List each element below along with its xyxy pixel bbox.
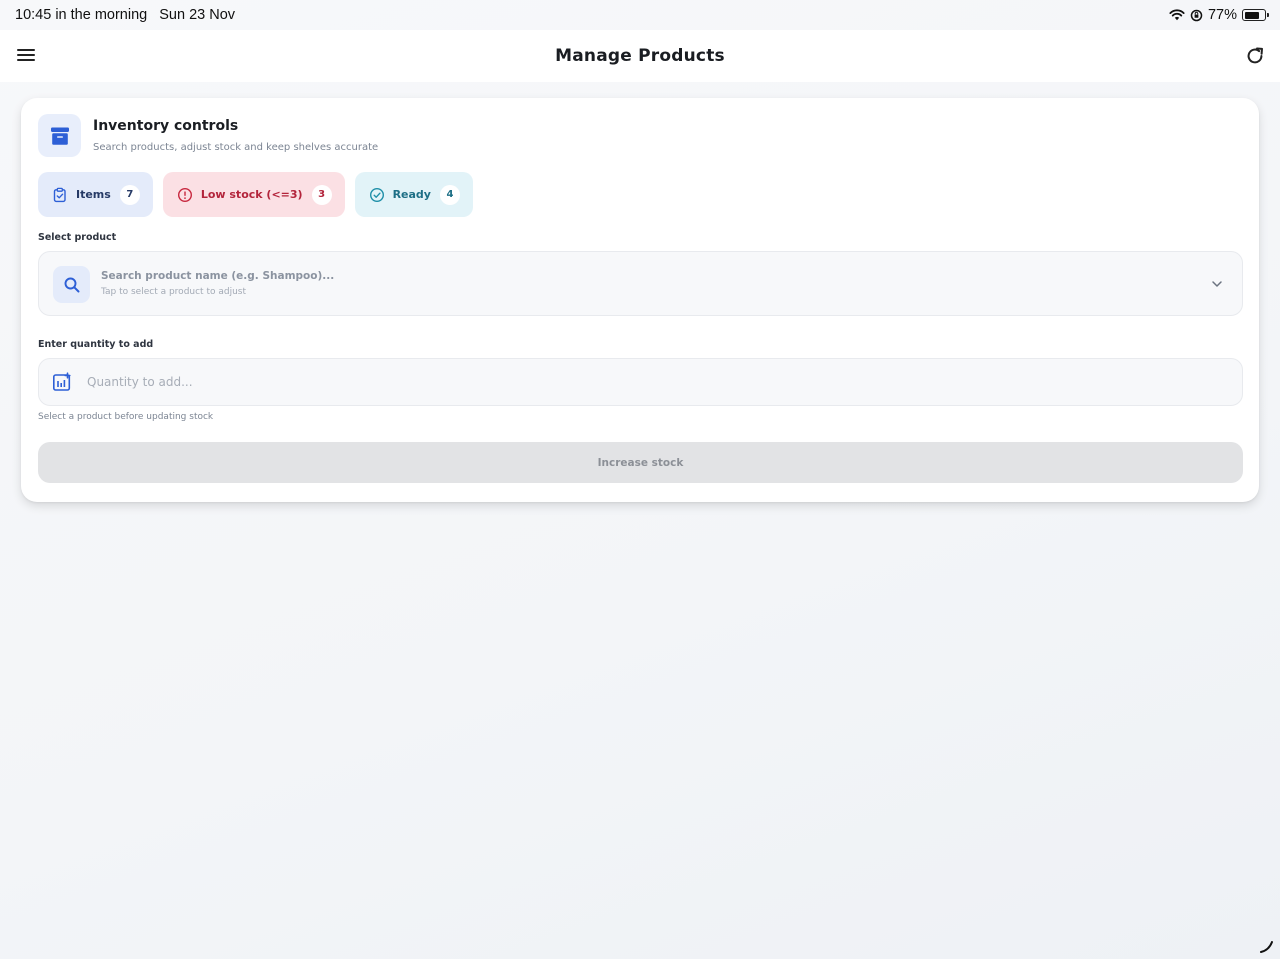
select-product-label: Select product xyxy=(38,232,117,243)
card-subtitle: Search products, adjust stock and keep s… xyxy=(93,142,379,153)
low-stock-chip-label: Low stock (<=3) xyxy=(200,188,303,201)
alert-circle-icon xyxy=(177,187,192,202)
search-icon-tile xyxy=(53,266,90,303)
status-right: 77% xyxy=(1169,7,1269,23)
status-bar: 10:45 in the morning Sun 23 Nov 77% xyxy=(0,0,1280,30)
menu-icon-line xyxy=(17,49,35,51)
increase-stock-button[interactable]: Increase stock xyxy=(38,442,1243,483)
quantity-input[interactable] xyxy=(87,371,1187,393)
menu-button[interactable] xyxy=(16,46,36,66)
battery-level xyxy=(1244,11,1260,19)
items-count-badge: 7 xyxy=(119,184,140,205)
battery-icon xyxy=(1242,9,1269,21)
archive-icon xyxy=(50,127,69,145)
wifi-icon xyxy=(1169,9,1185,21)
page-title: Manage Products xyxy=(555,46,725,66)
items-chip-label: Items xyxy=(76,188,111,201)
product-search-placeholder: Search product name (e.g. Shampoo)... xyxy=(101,270,335,282)
quantity-helper-text: Select a product before updating stock xyxy=(38,412,214,422)
menu-icon-line xyxy=(17,54,35,56)
orientation-lock-icon xyxy=(1190,9,1203,21)
ready-count-badge: 4 xyxy=(439,184,460,205)
archive-icon-tile xyxy=(38,114,81,157)
check-circle-icon xyxy=(369,187,384,202)
card-title: Inventory controls xyxy=(93,118,239,134)
status-left: 10:45 in the morning Sun 23 Nov xyxy=(15,7,243,23)
items-chip[interactable]: Items 7 xyxy=(38,172,153,217)
product-select-hint: Tap to select a product to adjust xyxy=(101,287,246,297)
refresh-icon[interactable] xyxy=(1244,45,1266,67)
search-icon xyxy=(64,277,79,292)
status-time: 10:45 in the morning xyxy=(15,7,148,23)
clipboard-check-icon xyxy=(53,187,66,202)
low-stock-count-badge: 3 xyxy=(311,184,332,205)
inventory-card: Inventory controls Search products, adju… xyxy=(21,98,1259,502)
product-select[interactable]: Search product name (e.g. Shampoo)... Ta… xyxy=(38,251,1243,316)
card-header-text: Inventory controls Search products, adju… xyxy=(93,114,378,157)
card-header: Inventory controls Search products, adju… xyxy=(38,114,378,157)
menu-icon-line xyxy=(17,59,35,61)
low-stock-chip[interactable]: Low stock (<=3) 3 xyxy=(162,172,345,217)
ready-chip-label: Ready xyxy=(392,188,431,201)
stat-chips: Items 7 Low stock (<=3) 3 Ready 4 xyxy=(38,172,473,217)
quantity-label: Enter quantity to add xyxy=(38,339,154,350)
status-date: Sun 23 Nov xyxy=(159,7,236,23)
resize-handle-icon[interactable] xyxy=(1258,937,1276,955)
chevron-down-icon[interactable] xyxy=(1210,277,1224,291)
quantity-field[interactable] xyxy=(38,358,1243,406)
inventory-chart-icon xyxy=(52,372,71,391)
battery-percentage: 77% xyxy=(1207,7,1237,23)
ready-chip[interactable]: Ready 4 xyxy=(354,172,473,217)
app-header: Manage Products xyxy=(0,30,1280,82)
